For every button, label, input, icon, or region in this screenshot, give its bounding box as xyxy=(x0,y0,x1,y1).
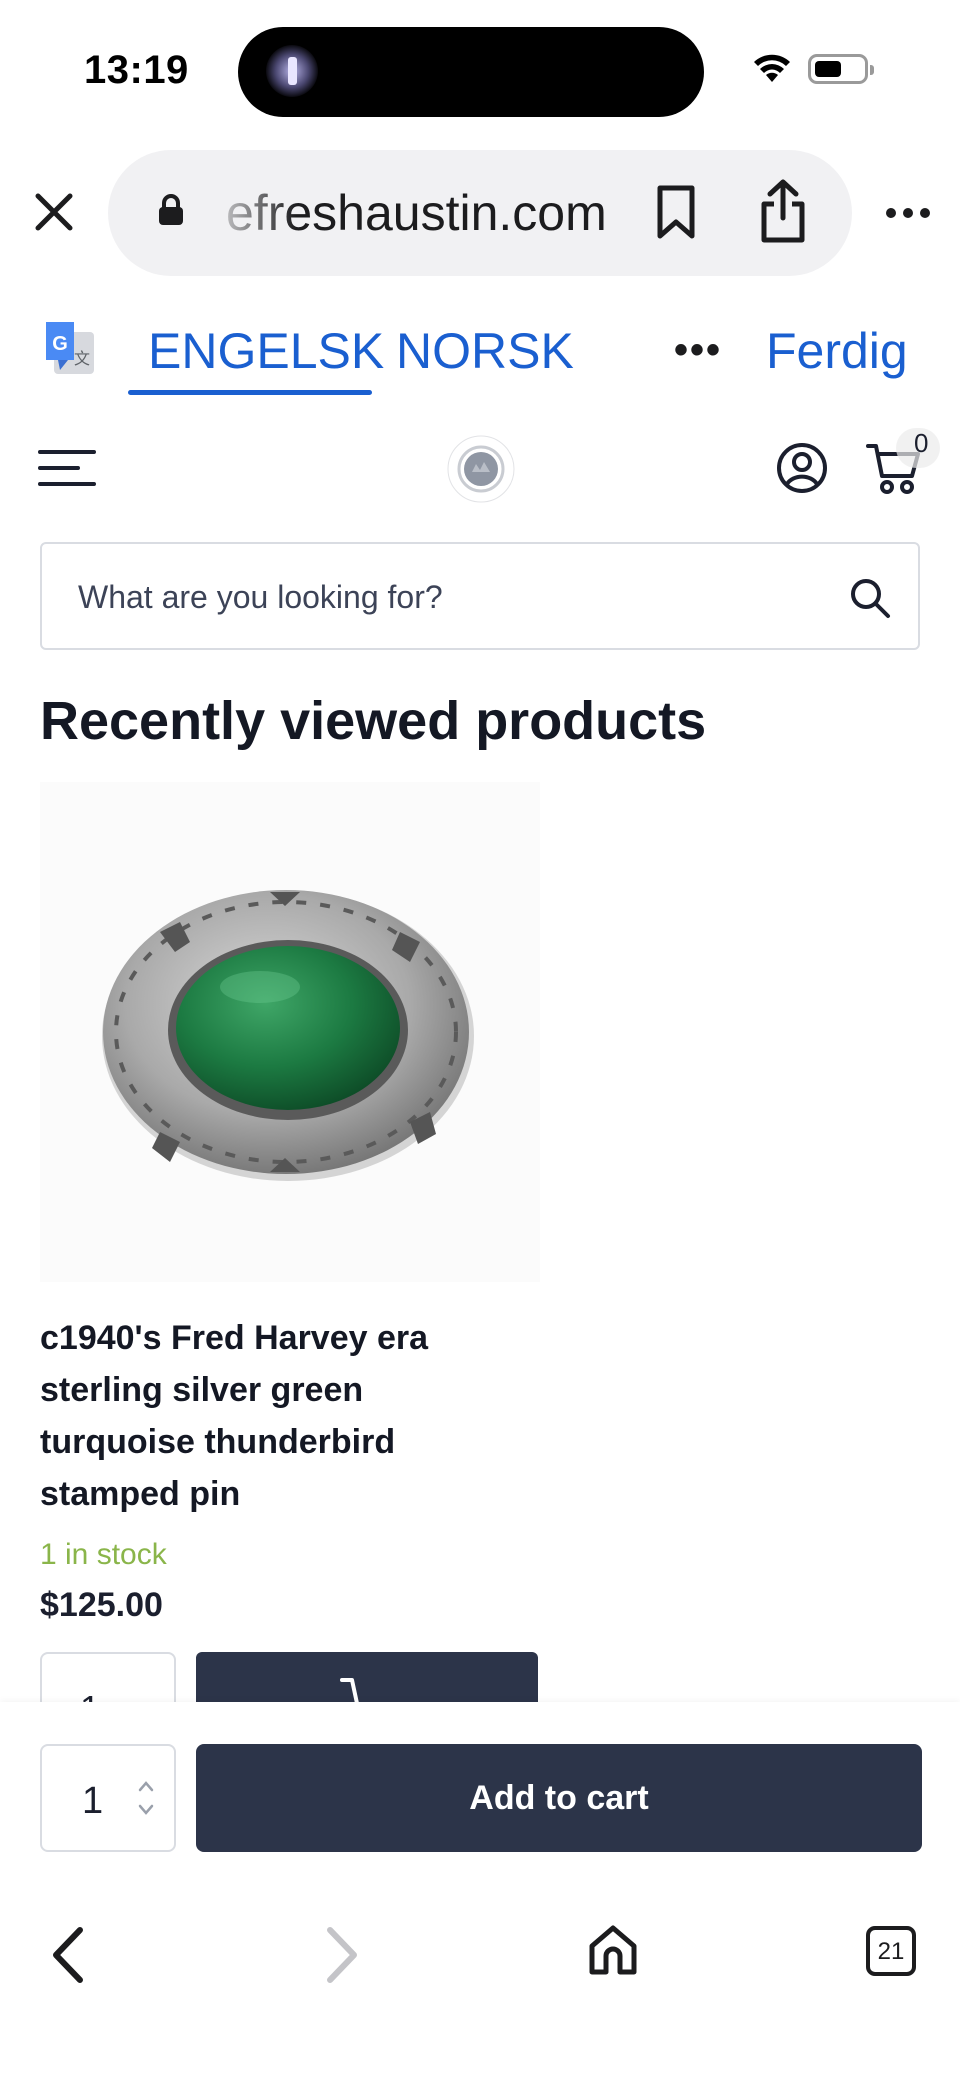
lock-icon xyxy=(159,194,183,225)
svg-text:文: 文 xyxy=(74,349,90,368)
back-icon[interactable] xyxy=(48,1926,88,1984)
product-title[interactable]: c1940's Fred Harvey era sterling silver … xyxy=(40,1312,500,1520)
status-bar: 13:19 xyxy=(0,0,960,140)
dynamic-island xyxy=(238,27,704,117)
section-title: Recently viewed products xyxy=(40,691,707,751)
search-icon[interactable] xyxy=(848,576,892,620)
translate-more-button[interactable]: ••• xyxy=(674,328,722,373)
status-time: 13:19 xyxy=(84,48,189,92)
quantity-value[interactable]: 1 xyxy=(82,1780,103,1823)
stock-status: 1 in stock xyxy=(40,1538,167,1571)
battery-icon xyxy=(808,54,874,84)
more-options-icon[interactable] xyxy=(884,206,932,220)
google-translate-icon: G 文 xyxy=(46,322,94,374)
url-text[interactable]: efreshaustin.com xyxy=(226,184,646,242)
bookmark-icon[interactable] xyxy=(654,184,698,240)
tab-count: 21 xyxy=(877,1938,905,1965)
forward-icon[interactable] xyxy=(322,1926,362,1984)
search-input[interactable] xyxy=(78,574,818,620)
chevron-up-icon[interactable] xyxy=(138,1780,154,1792)
share-icon[interactable] xyxy=(758,178,808,244)
wifi-icon xyxy=(754,54,790,82)
sticky-add-to-cart-bar: 1 Add to cart xyxy=(0,1702,960,1888)
svg-text:G: G xyxy=(52,333,68,355)
translate-bar: G 文 ENGELSK NORSK ••• Ferdig xyxy=(0,300,960,400)
browser-bottom-toolbar: 21 xyxy=(0,1888,960,2081)
tabs-button[interactable]: 21 xyxy=(866,1926,916,1976)
hamburger-menu-icon[interactable] xyxy=(38,448,96,488)
flashlight-icon xyxy=(266,45,318,97)
account-icon[interactable] xyxy=(776,442,828,494)
chevron-down-icon[interactable] xyxy=(138,1804,154,1816)
add-to-cart-button[interactable]: Add to cart xyxy=(196,1744,922,1852)
close-icon[interactable] xyxy=(28,186,80,238)
done-button[interactable]: Ferdig xyxy=(766,322,908,380)
active-tab-indicator xyxy=(128,390,372,395)
search-box[interactable] xyxy=(40,542,920,650)
quantity-stepper[interactable]: 1 xyxy=(40,1744,176,1852)
product-price: $125.00 xyxy=(40,1586,163,1624)
cart-count-badge: 0 xyxy=(914,428,929,458)
home-icon[interactable] xyxy=(588,1924,638,1976)
tab-english[interactable]: ENGELSK xyxy=(148,322,384,380)
product-image[interactable] xyxy=(40,782,540,1282)
site-logo[interactable] xyxy=(446,434,516,504)
url-bar[interactable]: efreshaustin.com xyxy=(108,150,852,276)
tab-norwegian[interactable]: NORSK xyxy=(396,322,574,380)
